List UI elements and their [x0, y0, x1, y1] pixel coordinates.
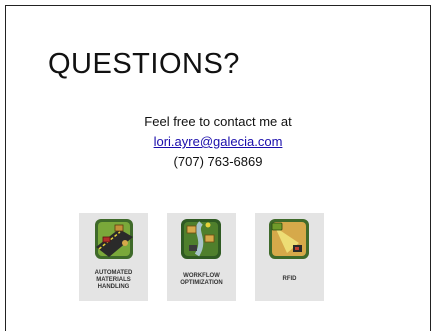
- tile-automated-materials-handling: AUTOMATED MATERIALS HANDLING: [79, 213, 148, 301]
- tile-label: RFID: [282, 276, 297, 282]
- workflow-optimization-icon: [181, 219, 221, 259]
- tile-workflow-optimization: WORKFLOW OPTIMIZATION: [167, 213, 236, 301]
- slide: QUESTIONS? Feel free to contact me at lo…: [5, 5, 431, 331]
- tile-rfid: RFID: [255, 213, 324, 301]
- rfid-icon: [269, 219, 309, 259]
- contact-intro: Feel free to contact me at: [144, 114, 292, 129]
- slide-title: QUESTIONS?: [48, 48, 240, 80]
- contact-block: Feel free to contact me at lori.ayre@gal…: [6, 112, 430, 172]
- tile-label: WORKFLOW OPTIMIZATION: [180, 273, 223, 286]
- phone-number: (707) 763-6869: [173, 154, 263, 169]
- email-link[interactable]: lori.ayre@galecia.com: [154, 134, 283, 149]
- tile-label: AUTOMATED MATERIALS HANDLING: [94, 270, 133, 290]
